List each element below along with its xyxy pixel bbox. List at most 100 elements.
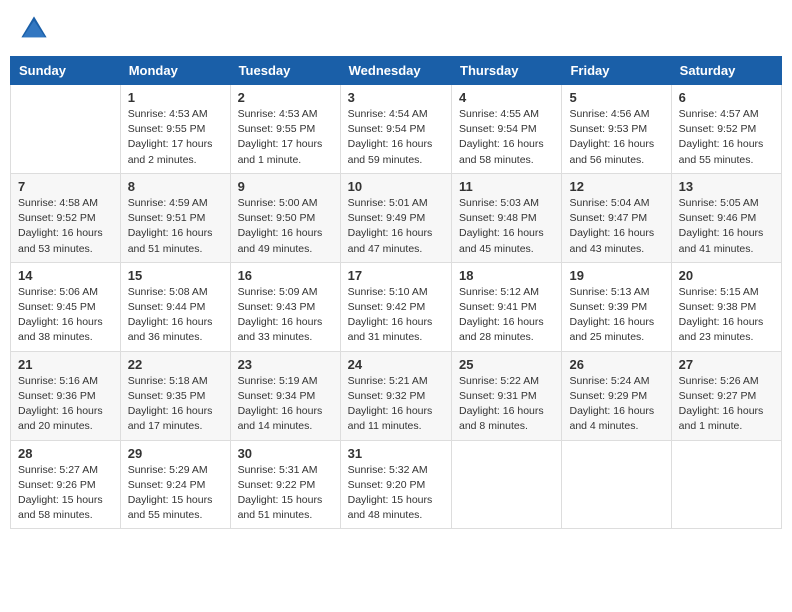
day-info: Sunrise: 5:16 AM Sunset: 9:36 PM Dayligh… xyxy=(18,374,113,435)
day-info: Sunrise: 5:00 AM Sunset: 9:50 PM Dayligh… xyxy=(238,196,333,257)
calendar-cell: 4 Sunrise: 4:55 AM Sunset: 9:54 PM Daylig… xyxy=(452,85,562,174)
day-number: 12 xyxy=(569,179,663,194)
calendar-cell: 10 Sunrise: 5:01 AM Sunset: 9:49 PM Dayli… xyxy=(340,173,451,262)
day-info: Sunrise: 5:10 AM Sunset: 9:42 PM Dayligh… xyxy=(348,285,444,346)
day-info: Sunrise: 4:57 AM Sunset: 9:52 PM Dayligh… xyxy=(679,107,774,168)
calendar-cell xyxy=(452,440,562,529)
calendar-cell: 27 Sunrise: 5:26 AM Sunset: 9:27 PM Dayli… xyxy=(671,351,781,440)
calendar-week-row: 7 Sunrise: 4:58 AM Sunset: 9:52 PM Daylig… xyxy=(11,173,782,262)
calendar-cell: 28 Sunrise: 5:27 AM Sunset: 9:26 PM Dayli… xyxy=(11,440,121,529)
calendar-cell: 16 Sunrise: 5:09 AM Sunset: 9:43 PM Dayli… xyxy=(230,262,340,351)
column-header-saturday: Saturday xyxy=(671,57,781,85)
day-number: 28 xyxy=(18,446,113,461)
column-header-tuesday: Tuesday xyxy=(230,57,340,85)
day-info: Sunrise: 5:12 AM Sunset: 9:41 PM Dayligh… xyxy=(459,285,554,346)
column-header-monday: Monday xyxy=(120,57,230,85)
calendar-cell: 17Sunrise: 5:10 AM Sunset: 9:42 PM Dayli… xyxy=(340,262,451,351)
calendar-cell: 18Sunrise: 5:12 AM Sunset: 9:41 PM Dayli… xyxy=(452,262,562,351)
day-number: 10 xyxy=(348,179,444,194)
day-number: 7 xyxy=(18,179,113,194)
day-info: Sunrise: 5:18 AM Sunset: 9:35 PM Dayligh… xyxy=(128,374,223,435)
day-info: Sunrise: 5:27 AM Sunset: 9:26 PM Dayligh… xyxy=(18,463,113,524)
calendar-week-row: 28 Sunrise: 5:27 AM Sunset: 9:26 PM Dayli… xyxy=(11,440,782,529)
calendar-cell xyxy=(562,440,671,529)
column-header-thursday: Thursday xyxy=(452,57,562,85)
day-info: Sunrise: 5:03 AM Sunset: 9:48 PM Dayligh… xyxy=(459,196,554,257)
day-number: 15 xyxy=(128,268,223,283)
column-header-wednesday: Wednesday xyxy=(340,57,451,85)
day-number: 23 xyxy=(238,357,333,372)
day-number: 4 xyxy=(459,90,554,105)
day-number: 22 xyxy=(128,357,223,372)
calendar-cell: 30 Sunrise: 5:31 AM Sunset: 9:22 PM Dayli… xyxy=(230,440,340,529)
calendar-cell xyxy=(11,85,121,174)
day-info: Sunrise: 5:32 AM Sunset: 9:20 PM Dayligh… xyxy=(348,463,444,524)
calendar-cell xyxy=(671,440,781,529)
day-number: 11 xyxy=(459,179,554,194)
calendar-week-row: 14Sunrise: 5:06 AM Sunset: 9:45 PM Dayli… xyxy=(11,262,782,351)
day-number: 19 xyxy=(569,268,663,283)
calendar-cell: 13Sunrise: 5:05 AM Sunset: 9:46 PM Dayli… xyxy=(671,173,781,262)
day-info: Sunrise: 4:58 AM Sunset: 9:52 PM Dayligh… xyxy=(18,196,113,257)
day-number: 1 xyxy=(128,90,223,105)
day-number: 27 xyxy=(679,357,774,372)
day-info: Sunrise: 5:19 AM Sunset: 9:34 PM Dayligh… xyxy=(238,374,333,435)
calendar-week-row: 1 Sunrise: 4:53 AM Sunset: 9:55 PM Daylig… xyxy=(11,85,782,174)
day-info: Sunrise: 5:31 AM Sunset: 9:22 PM Dayligh… xyxy=(238,463,333,524)
day-info: Sunrise: 5:26 AM Sunset: 9:27 PM Dayligh… xyxy=(679,374,774,435)
column-header-friday: Friday xyxy=(562,57,671,85)
day-number: 2 xyxy=(238,90,333,105)
calendar-cell: 31 Sunrise: 5:32 AM Sunset: 9:20 PM Dayli… xyxy=(340,440,451,529)
calendar-header-row: SundayMondayTuesdayWednesdayThursdayFrid… xyxy=(11,57,782,85)
day-number: 26 xyxy=(569,357,663,372)
day-info: Sunrise: 5:21 AM Sunset: 9:32 PM Dayligh… xyxy=(348,374,444,435)
day-info: Sunrise: 4:55 AM Sunset: 9:54 PM Dayligh… xyxy=(459,107,554,168)
day-number: 25 xyxy=(459,357,554,372)
calendar-cell: 23 Sunrise: 5:19 AM Sunset: 9:34 PM Dayli… xyxy=(230,351,340,440)
calendar-cell: 25 Sunrise: 5:22 AM Sunset: 9:31 PM Dayli… xyxy=(452,351,562,440)
day-number: 31 xyxy=(348,446,444,461)
day-info: Sunrise: 5:13 AM Sunset: 9:39 PM Dayligh… xyxy=(569,285,663,346)
calendar-cell: 1 Sunrise: 4:53 AM Sunset: 9:55 PM Daylig… xyxy=(120,85,230,174)
day-number: 5 xyxy=(569,90,663,105)
calendar-cell: 24Sunrise: 5:21 AM Sunset: 9:32 PM Dayli… xyxy=(340,351,451,440)
calendar-cell: 11 Sunrise: 5:03 AM Sunset: 9:48 PM Dayli… xyxy=(452,173,562,262)
day-number: 9 xyxy=(238,179,333,194)
calendar-cell: 20 Sunrise: 5:15 AM Sunset: 9:38 PM Dayli… xyxy=(671,262,781,351)
day-number: 29 xyxy=(128,446,223,461)
day-number: 8 xyxy=(128,179,223,194)
calendar-week-row: 21 Sunrise: 5:16 AM Sunset: 9:36 PM Dayli… xyxy=(11,351,782,440)
day-info: Sunrise: 5:22 AM Sunset: 9:31 PM Dayligh… xyxy=(459,374,554,435)
calendar-cell: 7 Sunrise: 4:58 AM Sunset: 9:52 PM Daylig… xyxy=(11,173,121,262)
day-info: Sunrise: 4:53 AM Sunset: 9:55 PM Dayligh… xyxy=(238,107,333,168)
column-header-sunday: Sunday xyxy=(11,57,121,85)
calendar-cell: 3 Sunrise: 4:54 AM Sunset: 9:54 PM Daylig… xyxy=(340,85,451,174)
day-info: Sunrise: 4:53 AM Sunset: 9:55 PM Dayligh… xyxy=(128,107,223,168)
day-number: 20 xyxy=(679,268,774,283)
day-info: Sunrise: 5:15 AM Sunset: 9:38 PM Dayligh… xyxy=(679,285,774,346)
day-info: Sunrise: 4:54 AM Sunset: 9:54 PM Dayligh… xyxy=(348,107,444,168)
calendar-cell: 2 Sunrise: 4:53 AM Sunset: 9:55 PM Daylig… xyxy=(230,85,340,174)
day-info: Sunrise: 4:59 AM Sunset: 9:51 PM Dayligh… xyxy=(128,196,223,257)
calendar-cell: 9 Sunrise: 5:00 AM Sunset: 9:50 PM Daylig… xyxy=(230,173,340,262)
page-header xyxy=(10,10,782,48)
day-info: Sunrise: 5:01 AM Sunset: 9:49 PM Dayligh… xyxy=(348,196,444,257)
day-number: 13 xyxy=(679,179,774,194)
calendar-cell: 6Sunrise: 4:57 AM Sunset: 9:52 PM Daylig… xyxy=(671,85,781,174)
day-number: 14 xyxy=(18,268,113,283)
day-number: 3 xyxy=(348,90,444,105)
calendar-cell: 22 Sunrise: 5:18 AM Sunset: 9:35 PM Dayli… xyxy=(120,351,230,440)
day-number: 16 xyxy=(238,268,333,283)
day-number: 21 xyxy=(18,357,113,372)
calendar-cell: 14Sunrise: 5:06 AM Sunset: 9:45 PM Dayli… xyxy=(11,262,121,351)
day-info: Sunrise: 5:08 AM Sunset: 9:44 PM Dayligh… xyxy=(128,285,223,346)
calendar-cell: 12 Sunrise: 5:04 AM Sunset: 9:47 PM Dayli… xyxy=(562,173,671,262)
day-info: Sunrise: 5:09 AM Sunset: 9:43 PM Dayligh… xyxy=(238,285,333,346)
day-info: Sunrise: 4:56 AM Sunset: 9:53 PM Dayligh… xyxy=(569,107,663,168)
calendar-cell: 26Sunrise: 5:24 AM Sunset: 9:29 PM Dayli… xyxy=(562,351,671,440)
day-number: 30 xyxy=(238,446,333,461)
logo xyxy=(20,15,52,43)
calendar-cell: 19 Sunrise: 5:13 AM Sunset: 9:39 PM Dayli… xyxy=(562,262,671,351)
calendar-cell: 29Sunrise: 5:29 AM Sunset: 9:24 PM Dayli… xyxy=(120,440,230,529)
day-info: Sunrise: 5:04 AM Sunset: 9:47 PM Dayligh… xyxy=(569,196,663,257)
